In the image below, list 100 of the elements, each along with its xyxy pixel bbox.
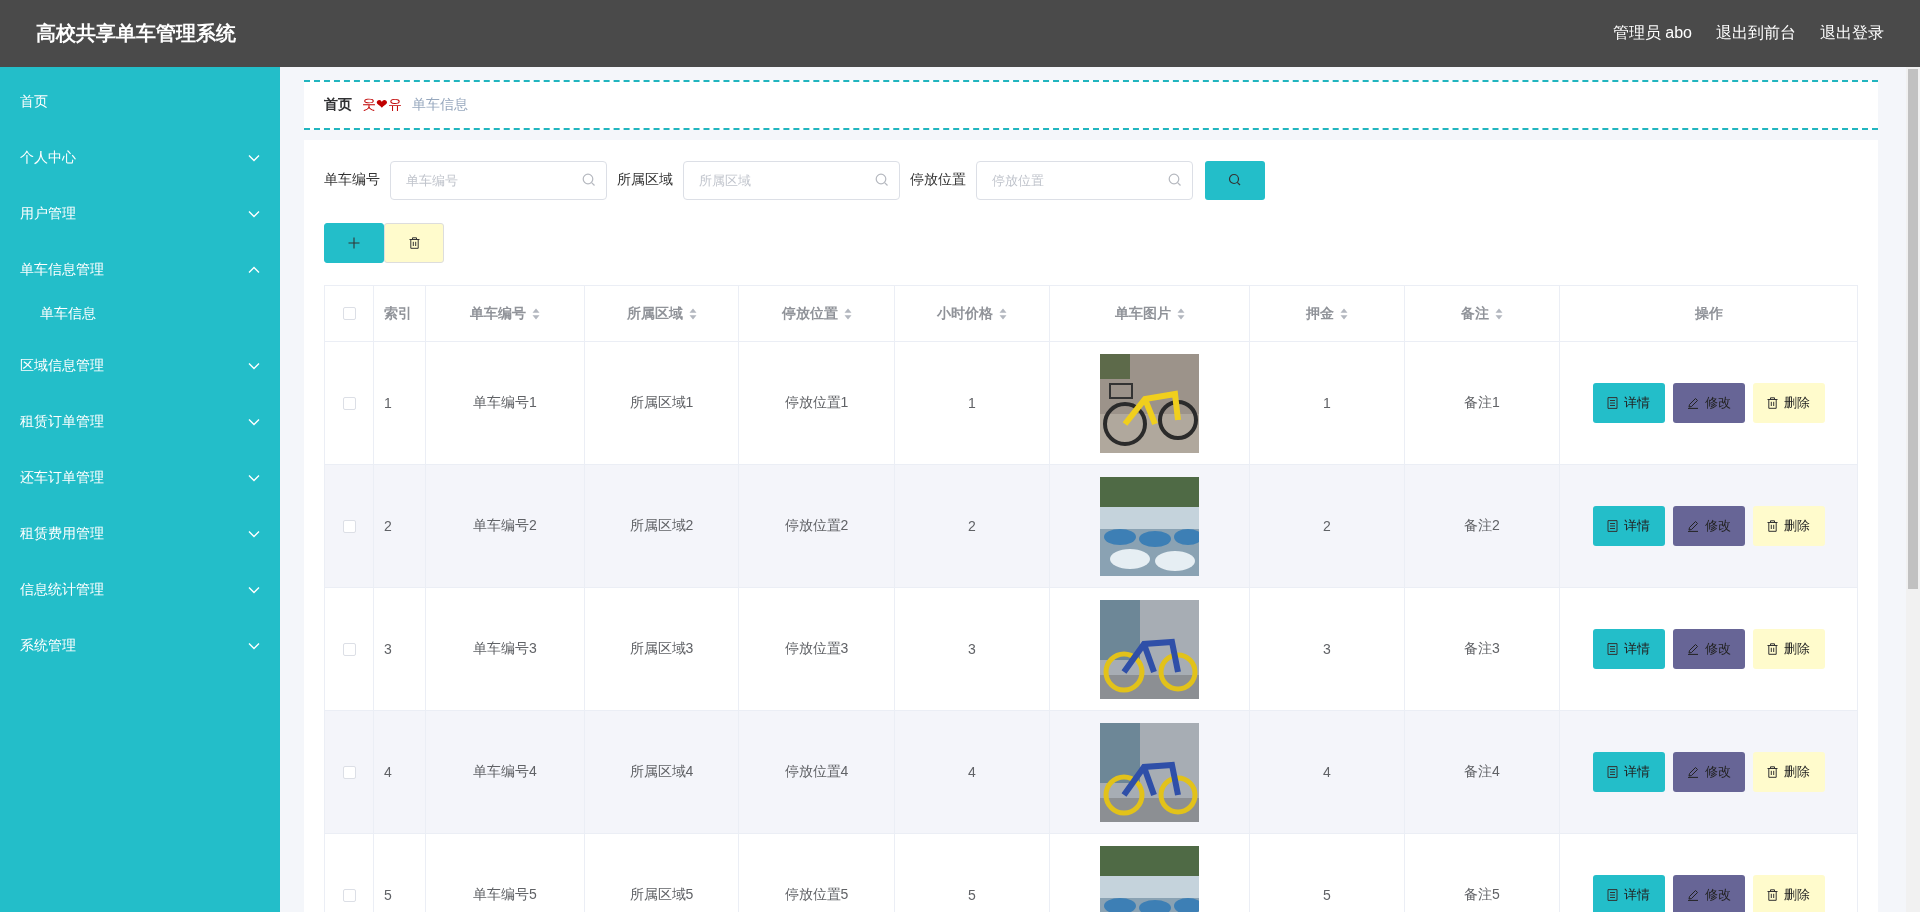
sidebar-item[interactable]: 信息统计管理: [0, 562, 280, 618]
table-cell: 单车编号4: [473, 763, 537, 781]
table-cell: 单车编号1: [473, 394, 537, 412]
column-header: 单车图片: [1114, 304, 1171, 323]
table-cell: 单车编号2: [473, 517, 537, 535]
table-cell: 停放位置2: [784, 517, 849, 535]
column-header: 所属区域: [626, 304, 683, 323]
checkbox[interactable]: [342, 396, 356, 410]
delete-button[interactable]: 删除: [1752, 506, 1825, 546]
column-header: 小时价格: [937, 304, 993, 323]
user-label: 管理员 abo: [1612, 23, 1692, 43]
table-cell: 1: [1323, 395, 1331, 411]
trash-icon: [1767, 643, 1778, 655]
delete-button[interactable]: 删除: [1752, 875, 1825, 912]
table-cell: 2: [1323, 518, 1331, 534]
pencil-icon: [1686, 889, 1699, 901]
filter-label: 所属区域: [617, 171, 673, 189]
pencil-icon: [1686, 397, 1699, 409]
chevron-icon: [248, 586, 260, 594]
column-header: 备注: [1461, 304, 1489, 323]
table-cell: 所属区域4: [629, 763, 694, 781]
column-header: 操作: [1694, 304, 1723, 323]
trash-icon: [408, 237, 420, 249]
sidebar-item[interactable]: 还车订单管理: [0, 450, 280, 506]
delete-button[interactable]: 删除: [1752, 629, 1825, 669]
column-header: 停放位置: [781, 304, 838, 323]
sidebar-item[interactable]: 租赁订单管理: [0, 394, 280, 450]
breadcrumb-item[interactable]: 首页: [324, 96, 352, 114]
detail-button[interactable]: 详情: [1592, 383, 1665, 423]
detail-button[interactable]: 详情: [1592, 875, 1665, 912]
sort-icon[interactable]: [688, 307, 697, 320]
chevron-icon: [248, 530, 260, 538]
edit-button[interactable]: 修改: [1672, 506, 1745, 546]
sidebar-item[interactable]: 租赁费用管理: [0, 506, 280, 562]
table-cell: 停放位置3: [784, 640, 849, 658]
table-cell: 备注1: [1464, 394, 1500, 412]
header-link[interactable]: 退出登录: [1820, 23, 1884, 44]
edit-button[interactable]: 修改: [1672, 629, 1745, 669]
header-link[interactable]: 退出到前台: [1716, 23, 1796, 44]
sort-icon[interactable]: [1495, 307, 1503, 320]
chevron-icon: [248, 210, 260, 218]
detail-button[interactable]: 详情: [1592, 506, 1665, 546]
table-cell: 1: [968, 395, 976, 411]
delete-button[interactable]: 删除: [1752, 752, 1825, 792]
edit-button[interactable]: 修改: [1672, 875, 1745, 912]
sidebar-item[interactable]: 用户管理: [0, 186, 280, 242]
checkbox[interactable]: [342, 642, 356, 656]
table-cell: 1: [384, 395, 392, 411]
checkbox[interactable]: [342, 765, 356, 779]
table-cell: 停放位置5: [784, 886, 849, 904]
scrollbar[interactable]: [1906, 67, 1920, 912]
pencil-icon: [1686, 643, 1699, 655]
table-cell: 停放位置1: [784, 394, 849, 412]
table-cell: 所属区域2: [629, 517, 694, 535]
sidebar-item[interactable]: 个人中心: [0, 130, 280, 186]
breadcrumb-item[interactable]: 单车信息: [411, 96, 468, 114]
chevron-icon: [248, 154, 260, 162]
table-cell: 3: [384, 641, 392, 657]
document-icon: [1607, 766, 1618, 778]
edit-button[interactable]: 修改: [1672, 383, 1745, 423]
table-cell: 单车编号3: [473, 640, 537, 658]
sidebar-item[interactable]: 首页: [0, 74, 280, 130]
table-cell: 2: [968, 518, 976, 534]
app-title: 高校共享单车管理系统: [36, 21, 236, 46]
plus-icon: [348, 237, 360, 249]
search-field[interactable]: 停放位置: [976, 160, 1193, 200]
table-cell: 5: [1323, 887, 1331, 903]
sidebar-item[interactable]: 区域信息管理: [0, 338, 280, 394]
delete-button[interactable]: [384, 223, 444, 263]
edit-button[interactable]: 修改: [1672, 752, 1745, 792]
chevron-icon: [248, 642, 260, 650]
column-header: 单车编号: [470, 304, 526, 323]
sort-icon[interactable]: [1340, 307, 1348, 320]
table-cell: 3: [968, 641, 976, 657]
filter-label: 单车编号: [324, 171, 380, 189]
document-icon: [1607, 397, 1618, 409]
detail-button[interactable]: 详情: [1592, 629, 1665, 669]
sidebar-item[interactable]: 系统管理: [0, 618, 280, 674]
table-cell: 所属区域3: [629, 640, 694, 658]
checkbox[interactable]: [342, 888, 356, 902]
trash-icon: [1767, 397, 1778, 409]
table-cell: 所属区域5: [629, 886, 694, 904]
search-icon: [1168, 172, 1182, 187]
chevron-icon: [248, 266, 260, 274]
checkbox[interactable]: [342, 307, 356, 320]
sort-icon[interactable]: [843, 307, 852, 320]
trash-icon: [1767, 520, 1778, 532]
sort-icon[interactable]: [999, 307, 1007, 320]
delete-button[interactable]: 删除: [1752, 383, 1825, 423]
table-cell: 备注4: [1464, 763, 1500, 781]
filter-label: 停放位置: [910, 171, 966, 189]
sort-icon[interactable]: [532, 307, 540, 320]
detail-button[interactable]: 详情: [1592, 752, 1665, 792]
chevron-icon: [248, 362, 260, 370]
document-icon: [1607, 520, 1618, 532]
search-button[interactable]: [1205, 160, 1265, 200]
search-field[interactable]: 单车编号: [390, 160, 607, 200]
checkbox[interactable]: [342, 519, 356, 533]
sort-icon[interactable]: [1176, 307, 1185, 320]
document-icon: [1607, 643, 1618, 655]
